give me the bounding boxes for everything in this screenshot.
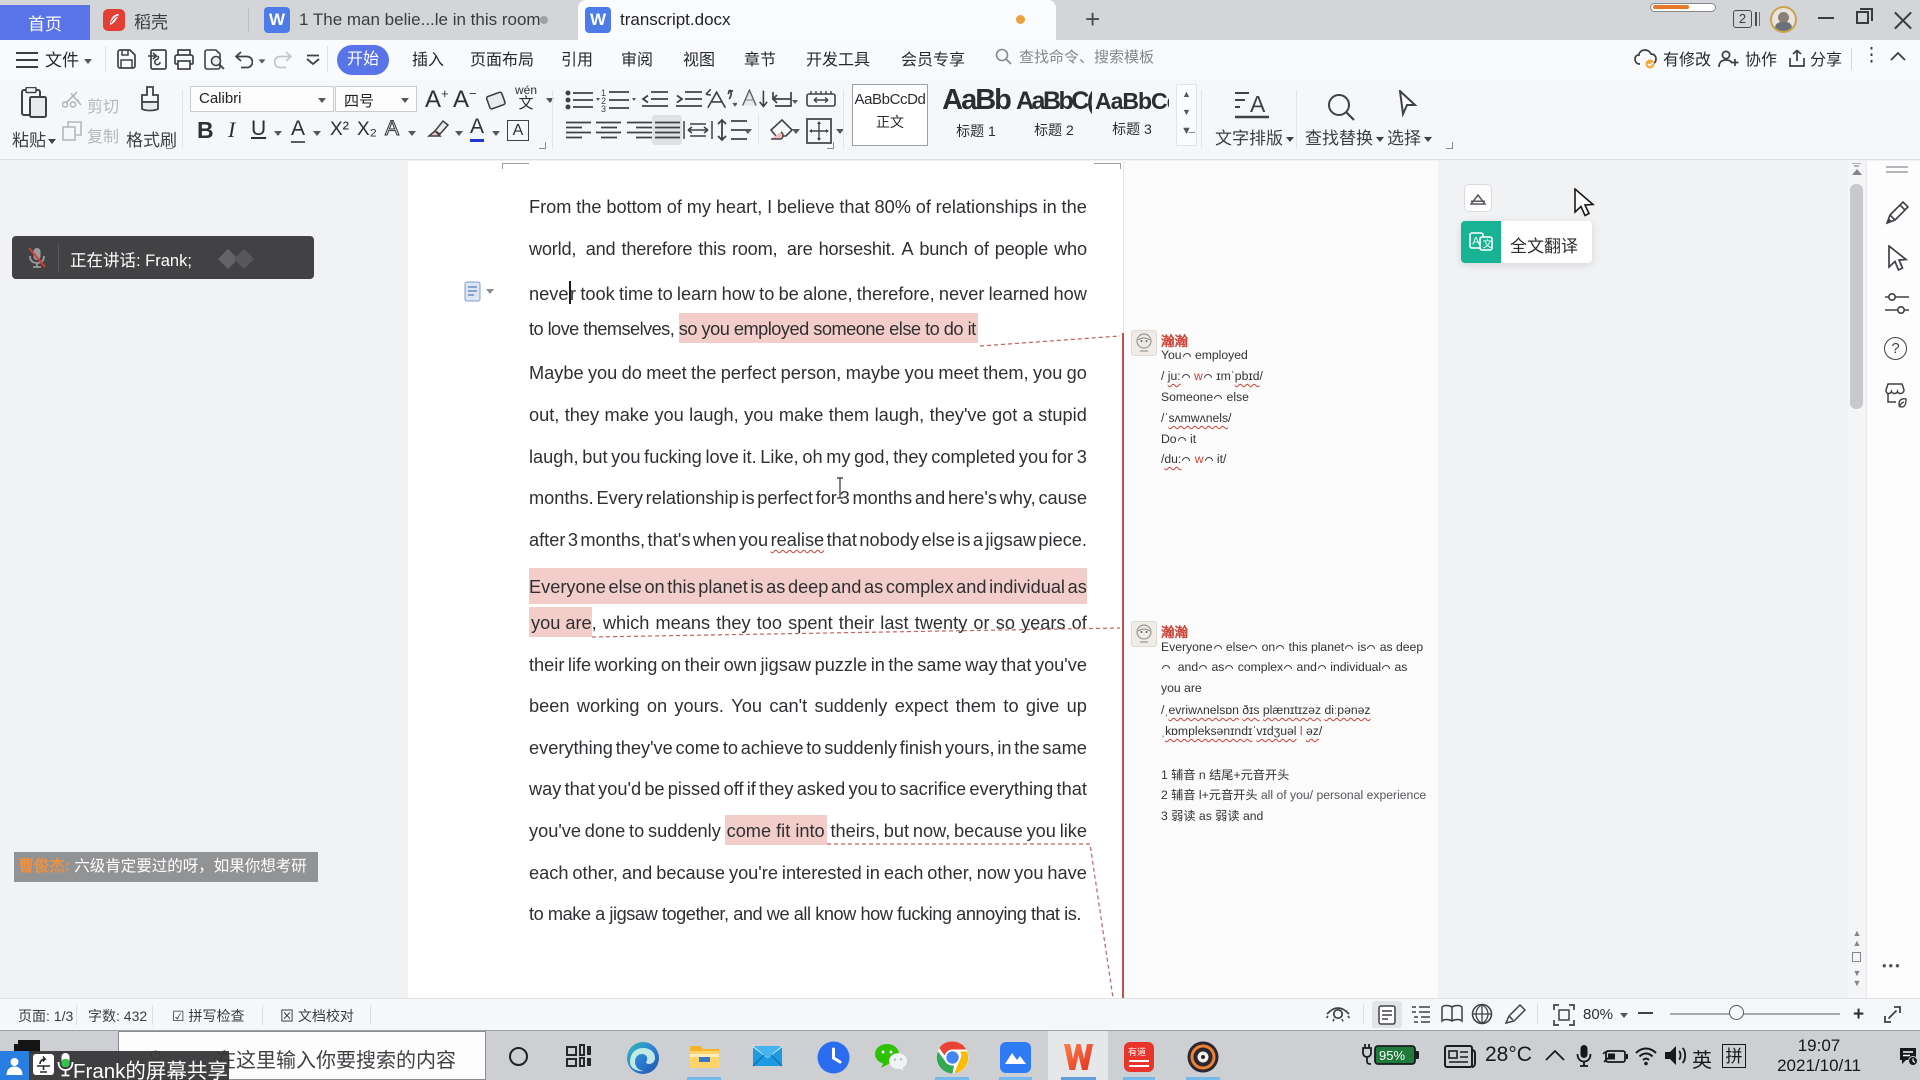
svg-text:A: A [1250,91,1266,117]
svg-text:3: 3 [601,104,606,112]
svg-text:A: A [1472,236,1480,248]
svg-text:有道: 有道 [1128,1046,1146,1057]
svg-text:95%: 95% [1379,1048,1405,1063]
svg-text:文: 文 [1483,238,1493,251]
